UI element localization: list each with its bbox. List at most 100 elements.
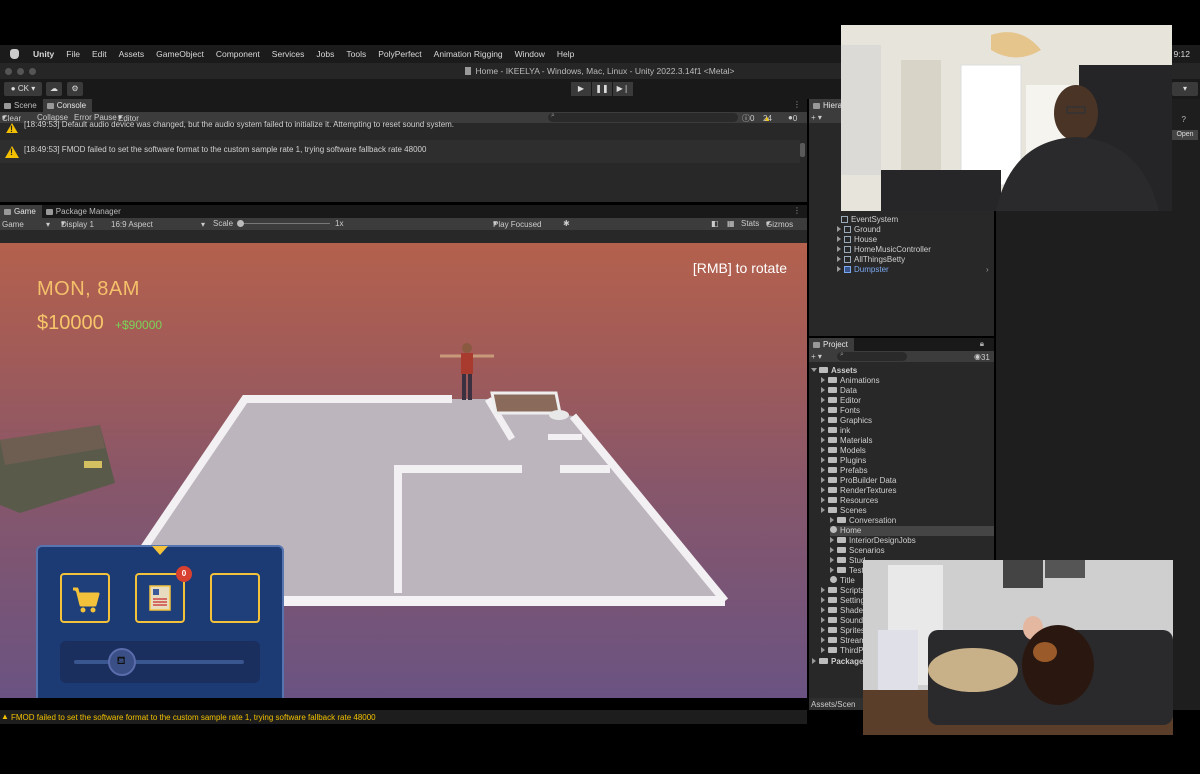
cloud-icon[interactable]: ☁ (46, 82, 62, 96)
project-folder[interactable]: Fonts (821, 406, 994, 416)
scale-slider-track[interactable] (238, 223, 330, 224)
expand-arrow-icon[interactable] (821, 417, 825, 423)
apple-logo-icon[interactable] (10, 49, 19, 59)
help-icon[interactable]: ? (1182, 115, 1186, 124)
expand-arrow-icon[interactable] (821, 477, 825, 483)
expand-arrow-icon[interactable] (821, 587, 825, 593)
expand-arrow-icon[interactable] (837, 236, 841, 242)
expand-arrow-icon[interactable] (821, 407, 825, 413)
expand-arrow-icon[interactable] (821, 457, 825, 463)
menu-window[interactable]: Window (515, 49, 545, 59)
expand-arrow-icon[interactable] (812, 658, 816, 664)
project-search-input[interactable]: ⌕ (837, 351, 907, 361)
expand-arrow-icon[interactable] (830, 567, 834, 573)
stats-toggle[interactable]: Stats (741, 219, 759, 228)
project-folder[interactable]: Resources (821, 496, 994, 506)
menu-file[interactable]: File (66, 49, 80, 59)
bug-icon[interactable]: ✱ (563, 219, 570, 228)
lock-icon[interactable]: 🔒︎ (980, 339, 984, 349)
project-folder[interactable]: Scenarios (830, 546, 994, 556)
menu-services[interactable]: Services (272, 49, 305, 59)
hierarchy-item-selected[interactable]: Dumpster (837, 265, 889, 274)
menu-animation-rigging[interactable]: Animation Rigging (434, 49, 503, 59)
hierarchy-item[interactable]: Ground (837, 225, 881, 234)
expand-arrow-icon[interactable] (821, 617, 825, 623)
hierarchy-item[interactable]: House (837, 235, 877, 244)
expand-arrow-icon[interactable] (821, 377, 825, 383)
expand-arrow-icon[interactable] (830, 547, 834, 553)
menu-jobs[interactable]: Jobs (316, 49, 334, 59)
newspaper-button[interactable] (135, 573, 185, 623)
expand-arrow-icon[interactable] (837, 226, 841, 232)
hierarchy-item[interactable]: HomeMusicController (837, 245, 931, 254)
hierarchy-add-button[interactable]: + ▾ (811, 113, 822, 122)
expand-arrow-icon[interactable] (821, 497, 825, 503)
menu-component[interactable]: Component (216, 49, 260, 59)
chevron-right-icon[interactable]: › (986, 265, 989, 274)
expand-arrow-icon[interactable] (837, 246, 841, 252)
time-slider-handle[interactable]: ⛾ (107, 648, 136, 676)
project-folder[interactable]: Animations (821, 376, 994, 386)
status-message[interactable]: FMOD failed to set the software format t… (11, 713, 376, 722)
play-focused-dropdown[interactable]: Play Focused ▾ (493, 219, 541, 229)
project-folder[interactable]: ink (821, 426, 994, 436)
project-folder[interactable]: RenderTextures (821, 486, 994, 496)
project-folder[interactable]: Conversation (830, 516, 994, 526)
layout-dropdown[interactable]: ▾ (1172, 82, 1198, 96)
project-folder[interactable]: ProBuilder Data (821, 476, 994, 486)
menu-polyperfect[interactable]: PolyPerfect (378, 49, 421, 59)
settings-gear-icon[interactable]: ⚙ (67, 82, 83, 96)
panel-menu-kebab-icon[interactable]: ⋮ (793, 206, 801, 215)
step-button-icon[interactable]: ▶❘ (613, 82, 633, 96)
tab-project[interactable]: Project (809, 338, 854, 351)
expand-arrow-icon[interactable] (837, 256, 841, 262)
expand-arrow-icon[interactable] (821, 637, 825, 643)
panel-menu-kebab-icon[interactable]: ⋮ (793, 100, 801, 109)
expand-arrow-icon[interactable] (821, 447, 825, 453)
keyboard-icon[interactable]: ▦ (727, 219, 735, 228)
expanded-arrow-icon[interactable] (811, 368, 817, 372)
time-slider-track[interactable] (74, 660, 244, 664)
console-log-row[interactable]: [18:49:53] FMOD failed to set the softwa… (0, 140, 800, 163)
tab-package-manager[interactable]: Package Manager (42, 205, 127, 218)
project-folder[interactable]: Data (821, 386, 994, 396)
menu-tools[interactable]: Tools (346, 49, 366, 59)
scale-slider-handle[interactable] (237, 220, 244, 227)
empty-slot-button[interactable] (210, 573, 260, 623)
expand-arrow-icon[interactable] (830, 517, 834, 523)
play-button-icon[interactable]: ▶ (571, 82, 591, 96)
project-root-packages[interactable]: Packages (812, 657, 868, 667)
expand-arrow-icon[interactable] (821, 597, 825, 603)
display-dropdown[interactable]: Display 1 ▾ (61, 219, 94, 229)
project-scene[interactable]: Home (830, 526, 994, 536)
tab-scene[interactable]: Scene (0, 99, 43, 112)
pause-button-icon[interactable]: ❚❚ (592, 82, 612, 96)
expand-arrow-icon[interactable] (837, 266, 841, 272)
project-root-assets[interactable]: Assets (811, 366, 857, 376)
expand-arrow-icon[interactable] (821, 507, 825, 513)
console-scrollbar[interactable] (800, 143, 805, 157)
menu-gameobject[interactable]: GameObject (156, 49, 204, 59)
project-folder[interactable]: Editor (821, 396, 994, 406)
tab-console[interactable]: Console (42, 99, 93, 112)
expand-arrow-icon[interactable] (830, 557, 834, 563)
menu-help[interactable]: Help (557, 49, 574, 59)
project-folder[interactable]: Graphics (821, 416, 994, 426)
expand-arrow-icon[interactable] (821, 627, 825, 633)
hierarchy-item[interactable]: EventSystem (841, 215, 898, 224)
expand-arrow-icon[interactable] (821, 437, 825, 443)
expand-arrow-icon[interactable] (821, 387, 825, 393)
project-folder[interactable]: Plugins (821, 456, 994, 466)
expand-arrow-icon[interactable] (821, 427, 825, 433)
project-add-button[interactable]: + ▾ (811, 352, 822, 361)
expand-arrow-icon[interactable] (821, 647, 825, 653)
gizmos-toggle[interactable]: Gizmos ▾ (766, 219, 793, 229)
project-folder[interactable]: Models (821, 446, 994, 456)
expand-arrow-icon[interactable] (821, 607, 825, 613)
menu-app-unity[interactable]: Unity (33, 49, 54, 59)
hierarchy-item[interactable]: AllThingsBetty (837, 255, 905, 264)
shop-cart-button[interactable] (60, 573, 110, 623)
project-folder[interactable]: Materials (821, 436, 994, 446)
game-view[interactable]: MON, 8AM $10000 +$90000 [RMB] to rotate … (0, 243, 807, 698)
menu-edit[interactable]: Edit (92, 49, 107, 59)
